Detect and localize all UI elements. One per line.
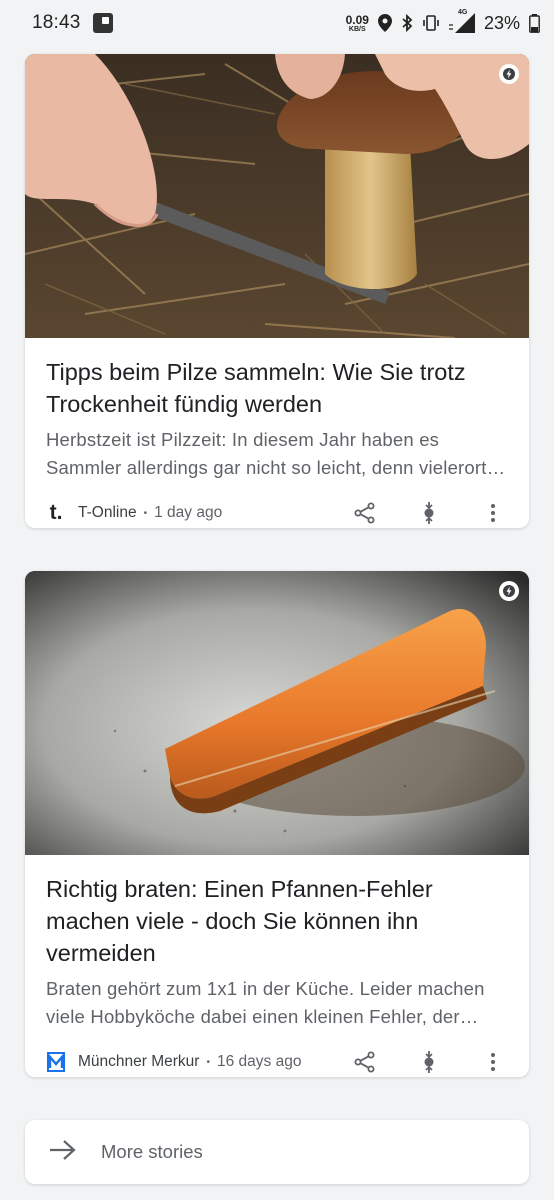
- more-stories-button[interactable]: More stories: [25, 1120, 529, 1184]
- notification-app-icon: [92, 13, 113, 33]
- source-logo-icon: [46, 1051, 66, 1073]
- card-footer: t. T-Online • 1 day ago: [46, 498, 507, 528]
- amp-lightning-icon: [499, 581, 519, 601]
- network-speed-value: 0.09: [345, 12, 369, 27]
- source-name[interactable]: T-Online: [78, 504, 137, 522]
- see-less-icon: [424, 1051, 434, 1073]
- share-button[interactable]: [351, 1048, 379, 1076]
- article-age: 16 days ago: [216, 1053, 302, 1070]
- card-title[interactable]: Richtig braten: Einen Pfannen-Fehler mac…: [46, 873, 507, 969]
- bluetooth-icon: [401, 14, 413, 32]
- card-actions: [351, 499, 507, 527]
- battery-percentage: 23%: [483, 12, 520, 33]
- arrow-right-icon: [49, 1139, 77, 1166]
- location-icon: [377, 14, 392, 32]
- separator-dot-icon: •: [143, 507, 148, 519]
- separator-dot-icon: •: [206, 1056, 210, 1068]
- fish-stick-photo: [25, 571, 529, 855]
- mushroom-photo: [25, 54, 529, 338]
- network-speed-unit: KB/S: [348, 25, 366, 33]
- more-vert-icon: [491, 504, 495, 522]
- card-snippet: Braten gehört zum 1x1 in der Küche. Leid…: [46, 978, 485, 1027]
- card-image[interactable]: [25, 54, 529, 338]
- signal-icon: 4G: [448, 9, 475, 33]
- card-actions: [351, 1048, 507, 1076]
- more-vert-icon: [491, 1053, 495, 1071]
- share-icon: [354, 1051, 375, 1073]
- card-image[interactable]: [25, 571, 529, 855]
- share-icon: [354, 502, 375, 524]
- source-logo-letter: t.: [49, 501, 63, 524]
- share-button[interactable]: [351, 499, 379, 527]
- network-speed: 0.09 KB/S: [346, 14, 369, 33]
- network-type-label: 4G: [457, 9, 468, 16]
- vibrate-icon: [422, 14, 440, 32]
- card-snippet: Herbstzeit ist Pilzzeit: In diesem Jahr …: [46, 429, 497, 478]
- source-name[interactable]: Münchner Merkur: [78, 1053, 199, 1071]
- article-age: 1 day ago: [154, 504, 223, 521]
- status-bar: 18:43 0.09 KB/S 4G 23%: [0, 0, 554, 46]
- see-less-button[interactable]: [415, 1048, 443, 1076]
- card-footer: Münchner Merkur • 16 days ago: [46, 1047, 507, 1077]
- see-less-button[interactable]: [415, 499, 443, 527]
- status-icons: 0.09 KB/S 4G 23%: [346, 9, 540, 34]
- status-time: 18:43: [32, 12, 81, 33]
- more-stories-label: More stories: [101, 1141, 203, 1162]
- more-options-button[interactable]: [479, 499, 507, 527]
- amp-lightning-icon: [499, 64, 519, 84]
- battery-icon: [529, 13, 540, 33]
- news-card[interactable]: Tipps beim Pilze sammeln: Wie Sie trotz …: [25, 54, 529, 528]
- more-options-button[interactable]: [479, 1048, 507, 1076]
- source-logo-icon: t.: [46, 501, 66, 524]
- card-title[interactable]: Tipps beim Pilze sammeln: Wie Sie trotz …: [46, 356, 507, 420]
- see-less-icon: [424, 502, 434, 524]
- news-card[interactable]: Richtig braten: Einen Pfannen-Fehler mac…: [25, 571, 529, 1077]
